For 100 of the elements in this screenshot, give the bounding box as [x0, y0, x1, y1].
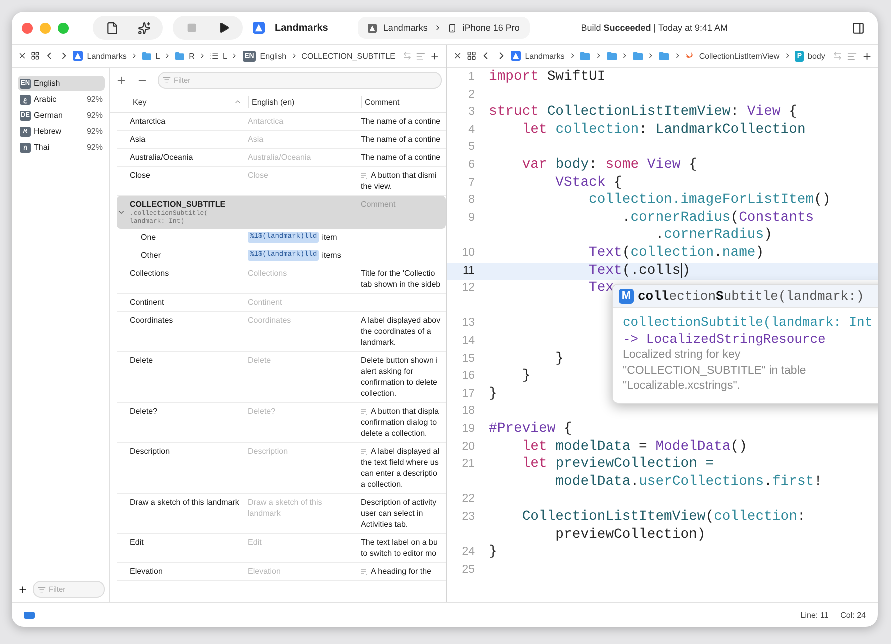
chevron-right-icon [130, 52, 138, 60]
line-number: 18 [461, 404, 476, 420]
description-text: "Localizable.xcstrings". [623, 379, 742, 394]
table-row[interactable]: Coordinates Coordinates A label displayed abov the coordinates of a landmark. [117, 312, 446, 352]
value-cell-text: Close [248, 170, 270, 182]
table-row[interactable]: Elevation Elevation A heading for the [117, 563, 446, 581]
add-icon[interactable] [430, 50, 440, 62]
line-number: 14 [461, 334, 476, 350]
key-cell-text: Coordinates [130, 315, 174, 327]
chevron-right-icon [674, 52, 682, 60]
filter-icon [38, 586, 46, 594]
table-row[interactable]: Asia Asia The name of a contine [117, 131, 446, 149]
line-number: 15 [461, 352, 476, 367]
folder-icon [580, 50, 591, 62]
chevron-right-icon [784, 52, 792, 60]
scheme-name[interactable]: Landmarks [275, 22, 328, 34]
value-cell-text: Description [248, 446, 290, 458]
table-row[interactable]: Description Description A label displayed al the text field where us can enter a descriptio a collection. [117, 443, 446, 494]
jump-bar-item[interactable]: COLLECTION_SUBTITLE [302, 52, 396, 60]
jump-bar-item[interactable]: L [222, 52, 228, 60]
jump-bar-item[interactable]: L [156, 52, 160, 60]
close-window-icon[interactable] [22, 22, 33, 34]
line-number: 11 [462, 264, 476, 279]
column-header[interactable]: Key [133, 98, 147, 106]
table-row[interactable]: Continent Continent [117, 294, 446, 312]
code-line: modelData.userCollections.first! [554, 474, 822, 492]
table-row[interactable]: Delete? Delete? A button that displa confirmation dialog to delete a collection. [117, 403, 446, 443]
folder-icon [175, 50, 186, 62]
jump-bar-item[interactable]: English [260, 52, 287, 60]
add-icon[interactable] [18, 584, 28, 594]
run-destination[interactable]: Landmarks iPhone 16 Pro [358, 17, 530, 39]
code-line: import SwiftUI [489, 69, 606, 87]
table-row[interactable]: Edit Edit The text label on a bu to switch to editor mo [117, 534, 446, 563]
table-row[interactable]: Australia/Oceania Australia/Oceania The name of a contine [117, 149, 446, 167]
line-number: 10 [461, 246, 476, 261]
folder-icon [606, 50, 618, 62]
comment-text: delete a collection. [361, 428, 428, 439]
column-indicator: Col: 24 [840, 610, 866, 620]
language-percent: 92% [86, 111, 103, 120]
comment-text: Title for the 'Collectio [361, 268, 436, 279]
close-icon[interactable] [18, 51, 27, 61]
comment-text: a collection. [361, 479, 404, 490]
line-number: 17 [461, 386, 476, 402]
jump-bar-item[interactable]: Landmarks [87, 52, 127, 60]
add-icon[interactable] [862, 50, 872, 62]
column-header[interactable]: Comment [365, 98, 400, 106]
comment-text: to switch to editor mo [361, 548, 438, 559]
jump-bar-item[interactable]: CollectionListItemView [699, 52, 780, 60]
comment-text: A button that dismi [361, 170, 446, 181]
comment-text: collection. [361, 388, 398, 399]
chevron-right-icon [290, 52, 298, 60]
code-line: collection.imageForListItem() [588, 192, 831, 210]
code-line: } [489, 544, 498, 562]
language-name: Arabic [34, 95, 57, 104]
jump-bar-item[interactable]: Landmarks [525, 52, 565, 60]
comment-text: landmark. [361, 337, 398, 348]
line-number: 23 [461, 510, 476, 526]
value-cell-text: Antarctica [248, 116, 285, 127]
key-cell-text: Australia/Oceania [130, 152, 194, 163]
value-cell-text: Continent [248, 297, 284, 308]
variant-key: Other [141, 250, 248, 261]
table-row[interactable]: Draw a sketch of this landmark Draw a sketch of this landmark Description of activity user can select in Activities tab. [117, 494, 446, 534]
table-row[interactable]: Delete Delete Delete button shown i alert asking for confirmation to delete collection. [117, 352, 446, 403]
line-number: 9 [468, 210, 476, 226]
chevron-down-icon[interactable] [117, 208, 126, 217]
value-cell-text: Delete [248, 355, 272, 367]
sort-icon[interactable] [234, 98, 242, 106]
line-number: 12 [461, 281, 476, 296]
line-number: 22 [461, 492, 476, 508]
value-cell-text: Coordinates [248, 315, 292, 327]
code-line: struct CollectionListItemView: View { [489, 104, 798, 122]
line-number: 7 [468, 176, 476, 191]
code-line: VStack { [554, 174, 622, 192]
jump-bar-item[interactable]: R [189, 52, 195, 60]
key-cell-text: Elevation [130, 566, 164, 577]
column-header[interactable]: English (en) [252, 98, 295, 106]
table-row[interactable]: Antarctica Antarctica The name of a contine [117, 113, 446, 131]
code-line: Tex [588, 280, 614, 298]
key-cell-text: Asia [130, 134, 147, 145]
variant-text: items [322, 250, 342, 261]
completion-item[interactable]: M collectionSubtitle(landmark:) [613, 285, 878, 308]
close-icon[interactable] [453, 51, 463, 61]
language-name: English [34, 79, 60, 88]
filter-icon [163, 76, 171, 84]
line-number: 24 [461, 545, 476, 560]
description-text: "COLLECTION_SUBTITLE" in table [623, 364, 808, 378]
key-cell-text: Draw a sketch of this landmark [130, 497, 240, 509]
capsule-icon [24, 612, 35, 618]
folder-icon [659, 50, 670, 62]
grid-icon[interactable] [30, 51, 40, 61]
code-line: } [554, 350, 564, 368]
jump-bar-item[interactable]: body [808, 52, 826, 60]
app-icon [253, 22, 265, 34]
grid-icon[interactable] [466, 51, 476, 61]
comment-text: Description of activity [361, 497, 438, 508]
code-line: Text(collection.name) [588, 244, 764, 263]
table-row[interactable]: Collections Collections Title for the 'Collectio tab shown in the sideb [117, 265, 446, 294]
value-cell-text: Delete? [248, 406, 277, 418]
method-badge: M [619, 288, 634, 304]
comment-text: A button that displa [361, 406, 446, 417]
